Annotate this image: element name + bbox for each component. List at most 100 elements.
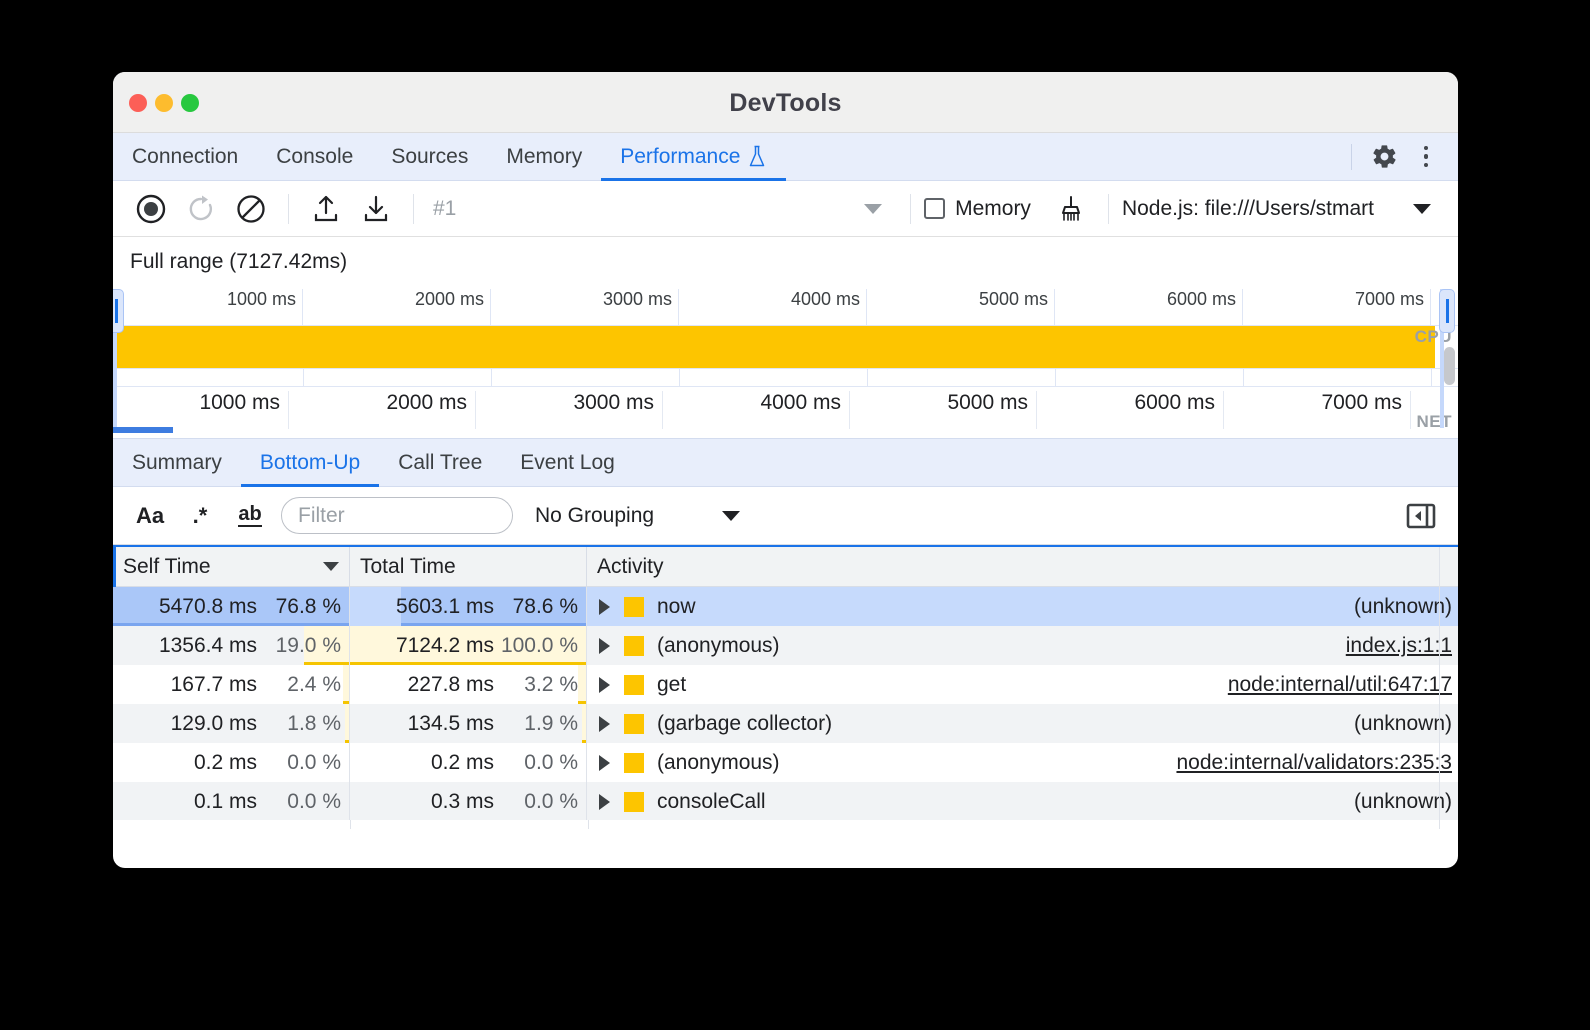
expand-triangle-icon[interactable] bbox=[599, 716, 610, 732]
expand-triangle-icon[interactable] bbox=[599, 755, 610, 771]
cell-self-time: 129.0 ms 1.8 % bbox=[113, 704, 350, 743]
timeline-vertical-scrollbar[interactable] bbox=[1444, 347, 1455, 385]
activity-source-link[interactable]: node:internal/validators:235:3 bbox=[1176, 751, 1458, 775]
table-row[interactable]: 1356.4 ms 19.0 % 7124.2 ms 100.0 % (anon… bbox=[113, 626, 1458, 665]
self-time-value: 129.0 ms bbox=[113, 712, 257, 736]
overview-range-handle-left[interactable] bbox=[113, 289, 124, 333]
target-selector-label[interactable]: Node.js: file:///Users/stmart bbox=[1122, 197, 1374, 221]
cell-activity: (anonymous) node:internal/validators:235… bbox=[587, 743, 1458, 782]
tab-connection[interactable]: Connection bbox=[113, 133, 257, 180]
timeline-overview[interactable]: Full range (7127.42ms) 1000 ms 2000 ms 3… bbox=[113, 237, 1458, 438]
record-button[interactable] bbox=[127, 187, 175, 231]
grid-right-edge bbox=[1439, 547, 1440, 829]
overview-range-handle-right[interactable] bbox=[1439, 289, 1455, 333]
timeline-position-marker bbox=[113, 427, 173, 433]
timeline-tick: 6000 ms bbox=[1044, 391, 1224, 429]
save-profile-button[interactable] bbox=[352, 187, 400, 231]
tab-bottom-up[interactable]: Bottom-Up bbox=[241, 439, 379, 486]
cell-activity: (anonymous) index.js:1:1 bbox=[587, 626, 1458, 665]
expand-triangle-icon[interactable] bbox=[599, 599, 610, 615]
tab-call-tree[interactable]: Call Tree bbox=[379, 439, 501, 486]
overview-tick: 3000 ms bbox=[499, 289, 679, 325]
more-options-button[interactable] bbox=[1408, 139, 1444, 175]
load-profile-button[interactable] bbox=[302, 187, 350, 231]
activity-name: (garbage collector) bbox=[657, 712, 832, 736]
tab-console[interactable]: Console bbox=[257, 133, 372, 180]
chevron-down-icon bbox=[722, 511, 740, 521]
activity-name: (anonymous) bbox=[657, 634, 780, 658]
tab-call-tree-label: Call Tree bbox=[398, 451, 482, 475]
cell-total-time: 5603.1 ms 78.6 % bbox=[350, 587, 587, 626]
record-icon bbox=[136, 194, 166, 224]
table-row[interactable]: 0.1 ms 0.0 % 0.3 ms 0.0 % consoleCall (u… bbox=[113, 782, 1458, 821]
tab-event-log-label: Event Log bbox=[520, 451, 615, 475]
column-header-total-time[interactable]: Total Time bbox=[350, 547, 587, 586]
cpu-track: CPU bbox=[113, 326, 1458, 368]
expand-triangle-icon[interactable] bbox=[599, 638, 610, 654]
target-dropdown-button[interactable] bbox=[1398, 187, 1446, 231]
grid-header-row: Self Time Total Time Activity bbox=[113, 547, 1458, 587]
tab-console-label: Console bbox=[276, 145, 353, 169]
cell-self-time: 0.1 ms 0.0 % bbox=[113, 782, 350, 821]
reload-icon bbox=[186, 194, 216, 224]
whole-word-button[interactable]: ab bbox=[227, 496, 273, 536]
sidebar-toggle-button[interactable] bbox=[1404, 499, 1438, 533]
clear-button[interactable] bbox=[227, 187, 275, 231]
table-row[interactable]: 0.2 ms 0.0 % 0.2 ms 0.0 % (anonymous) no… bbox=[113, 743, 1458, 782]
tab-summary[interactable]: Summary bbox=[113, 439, 241, 486]
full-range-label: Full range (7127.42ms) bbox=[130, 250, 347, 274]
overview-tracks: CPU NET bbox=[113, 325, 1458, 387]
self-time-value: 5470.8 ms bbox=[113, 595, 257, 619]
activity-source-link[interactable]: node:internal/util:647:17 bbox=[1228, 673, 1458, 697]
flask-icon bbox=[747, 145, 767, 168]
overview-tick: 4000 ms bbox=[687, 289, 867, 325]
activity-source-link[interactable]: index.js:1:1 bbox=[1346, 634, 1458, 658]
settings-button[interactable] bbox=[1366, 139, 1402, 175]
cell-total-time: 227.8 ms 3.2 % bbox=[350, 665, 587, 704]
divider bbox=[1351, 144, 1352, 170]
main-tab-bar: Connection Console Sources Memory Perfor… bbox=[113, 133, 1458, 181]
activity-source: (unknown) bbox=[1354, 790, 1458, 814]
divider bbox=[1108, 194, 1109, 224]
memory-checkbox[interactable] bbox=[924, 198, 945, 219]
table-row[interactable]: 129.0 ms 1.8 % 134.5 ms 1.9 % (garbage c… bbox=[113, 704, 1458, 743]
tab-sources[interactable]: Sources bbox=[372, 133, 487, 180]
filter-input[interactable] bbox=[281, 497, 513, 534]
activity-color-swatch bbox=[624, 675, 644, 695]
match-case-button[interactable]: Aa bbox=[127, 496, 173, 536]
collect-garbage-button[interactable] bbox=[1047, 187, 1095, 231]
activity-name: (anonymous) bbox=[657, 751, 780, 775]
reload-and-record-button[interactable] bbox=[177, 187, 225, 231]
broom-icon bbox=[1057, 194, 1085, 224]
expand-triangle-icon[interactable] bbox=[599, 794, 610, 810]
session-selector-label[interactable]: #1 bbox=[433, 197, 456, 221]
column-header-self-time[interactable]: Self Time bbox=[113, 547, 350, 586]
expand-triangle-icon[interactable] bbox=[599, 677, 610, 693]
cell-activity: now (unknown) bbox=[587, 587, 1458, 626]
column-header-activity[interactable]: Activity bbox=[587, 547, 1458, 586]
grid-empty-area bbox=[113, 820, 1458, 829]
overview-top-ruler: 1000 ms 2000 ms 3000 ms 4000 ms 5000 ms … bbox=[113, 289, 1458, 325]
bottom-up-data-grid[interactable]: Self Time Total Time Activity 5470.8 ms … bbox=[113, 545, 1458, 829]
chevron-down-icon bbox=[1413, 204, 1431, 214]
tab-event-log[interactable]: Event Log bbox=[501, 439, 634, 486]
tab-performance[interactable]: Performance bbox=[601, 133, 786, 180]
memory-checkbox-group[interactable]: Memory bbox=[924, 197, 1031, 221]
net-track: NET bbox=[113, 368, 1458, 388]
title-bar: DevTools bbox=[113, 72, 1458, 133]
cell-activity: get node:internal/util:647:17 bbox=[587, 665, 1458, 704]
table-row[interactable]: 5470.8 ms 76.8 % 5603.1 ms 78.6 % now (u… bbox=[113, 587, 1458, 626]
activity-color-swatch bbox=[624, 792, 644, 812]
regex-button[interactable]: .* bbox=[177, 496, 223, 536]
tab-memory[interactable]: Memory bbox=[487, 133, 601, 180]
divider bbox=[910, 194, 911, 224]
session-dropdown-button[interactable] bbox=[849, 187, 897, 231]
timeline-tick: 7000 ms bbox=[1231, 391, 1411, 429]
total-time-percent: 1.9 % bbox=[494, 712, 578, 736]
timeline-tick: 2000 ms bbox=[296, 391, 476, 429]
column-header-self-time-label: Self Time bbox=[123, 555, 211, 579]
table-row[interactable]: 167.7 ms 2.4 % 227.8 ms 3.2 % get node:i… bbox=[113, 665, 1458, 704]
grouping-dropdown[interactable]: No Grouping bbox=[535, 504, 740, 528]
cpu-usage-bar bbox=[117, 326, 1435, 368]
window-title: DevTools bbox=[113, 89, 1458, 118]
